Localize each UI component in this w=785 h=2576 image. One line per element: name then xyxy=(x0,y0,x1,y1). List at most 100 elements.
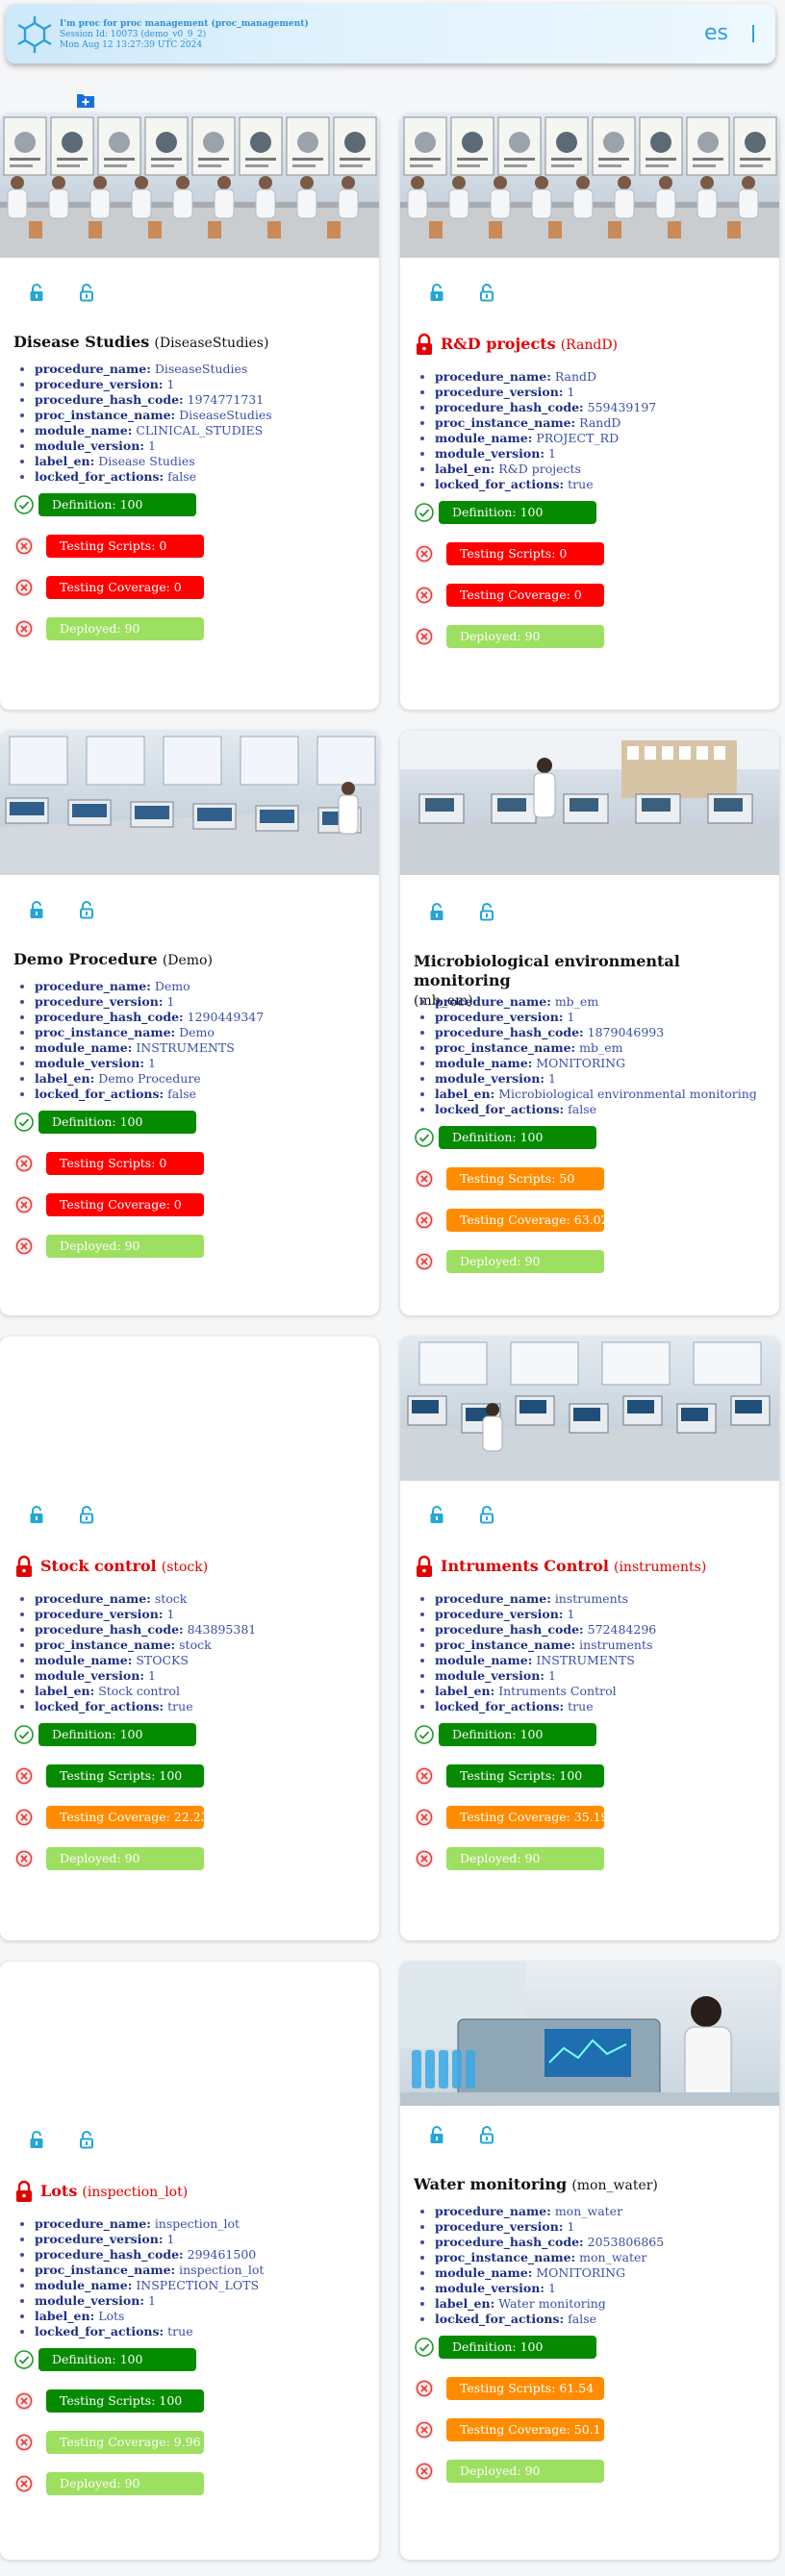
testing-scripts-badge: Testing Scripts: 0 xyxy=(446,542,604,565)
testing-coverage-badge: Testing Coverage: 0 xyxy=(46,1193,204,1216)
property-value: 1 xyxy=(166,994,175,1009)
unlock-icon[interactable] xyxy=(27,1505,46,1524)
property-key: label_en: xyxy=(435,1087,495,1101)
property-key: label_en: xyxy=(35,1071,95,1086)
unlock-icon[interactable] xyxy=(27,900,46,919)
property-value: 1 xyxy=(166,2232,175,2246)
unlock-outline-icon[interactable] xyxy=(477,283,496,302)
x-circle-icon xyxy=(14,1154,34,1173)
unlock-icon[interactable] xyxy=(427,1505,446,1524)
x-circle-icon xyxy=(14,619,34,638)
property-key: proc_instance_name: xyxy=(435,1040,576,1055)
locked-lock-icon xyxy=(417,1555,432,1577)
unlock-outline-icon[interactable] xyxy=(477,902,496,921)
unlock-outline-icon[interactable] xyxy=(77,900,96,919)
testing-coverage-badge: Testing Coverage: 35.19 xyxy=(446,1806,609,1829)
property-item: locked_for_actions: false xyxy=(435,2312,664,2327)
deployed-badge: Deployed: 90 xyxy=(446,1250,604,1273)
unlock-icon[interactable] xyxy=(27,283,46,302)
property-key: module_version: xyxy=(435,446,544,461)
property-item: procedure_version: 1 xyxy=(35,377,272,392)
procedure-title: Lots (inspection_lot) xyxy=(13,2180,188,2203)
procedure-card: Demo Procedure (Demo) procedure_name: Dem… xyxy=(0,731,379,1315)
definition-status: Definition: 100 xyxy=(414,1125,760,1150)
testing-coverage-status: Testing Coverage: 0 xyxy=(13,1192,360,1217)
procedure-card: R&D projects (RandD) procedure_name: Rand… xyxy=(400,113,779,710)
property-key: module_name: xyxy=(35,423,133,438)
definition-status: Definition: 100 xyxy=(13,492,360,517)
testing-coverage-status: Testing Coverage: 22.23 xyxy=(13,1805,360,1830)
property-key: procedure_version: xyxy=(35,377,164,391)
property-value: 1 xyxy=(147,2293,156,2308)
property-value: 1 xyxy=(547,1071,556,1086)
property-key: procedure_hash_code: xyxy=(35,1010,184,1024)
testing-scripts-badge: Testing Scripts: 0 xyxy=(46,1152,204,1175)
property-value: 1 xyxy=(547,2281,556,2295)
check-circle-icon xyxy=(415,503,434,522)
property-item: procedure_version: 1 xyxy=(435,385,656,400)
unlock-icon[interactable] xyxy=(427,283,446,302)
definition-badge: Definition: 100 xyxy=(38,493,196,516)
property-key: procedure_version: xyxy=(35,994,164,1009)
property-key: label_en: xyxy=(35,1684,95,1698)
procedure-title: Stock control (stock) xyxy=(13,1555,208,1578)
testing-scripts-badge: Testing Scripts: 50 xyxy=(446,1167,604,1190)
property-item: module_name: INSTRUMENTS xyxy=(435,1653,656,1668)
property-key: module_version: xyxy=(35,1668,144,1683)
property-item: label_en: Disease Studies xyxy=(35,454,272,469)
property-item: procedure_version: 1 xyxy=(35,1607,256,1622)
procedure-title: R&D projects (RandD) xyxy=(414,333,618,356)
session-date-line: Mon Aug 12 13:27:39 UTC 2024 xyxy=(60,40,203,50)
card-image xyxy=(0,113,379,258)
unlock-outline-icon[interactable] xyxy=(477,2125,496,2144)
property-key: procedure_name: xyxy=(435,1591,551,1606)
property-value: 1290449347 xyxy=(187,1010,265,1024)
property-value: 1 xyxy=(567,2219,575,2234)
definition-badge: Definition: 100 xyxy=(439,501,596,524)
procedure-properties: procedure_name: stockprocedure_version: … xyxy=(35,1591,256,1714)
property-value: 1 xyxy=(547,1668,556,1683)
property-item: label_en: Microbiological environmental … xyxy=(435,1087,757,1102)
property-value: false xyxy=(568,1102,597,1116)
lab-illustration xyxy=(400,1337,779,1481)
property-item: locked_for_actions: true xyxy=(35,2324,264,2339)
lab-illustration xyxy=(0,731,379,875)
add-folder-icon[interactable] xyxy=(76,91,95,109)
x-circle-icon xyxy=(415,627,434,646)
property-item: procedure_name: stock xyxy=(35,1591,256,1607)
procedure-name: R&D projects xyxy=(441,334,556,353)
property-key: procedure_name: xyxy=(435,369,551,384)
definition-badge: Definition: 100 xyxy=(38,1111,196,1134)
x-circle-icon xyxy=(14,1808,34,1827)
property-key: proc_instance_name: xyxy=(35,408,176,422)
property-item: locked_for_actions: true xyxy=(435,1699,656,1714)
property-value: 559439197 xyxy=(587,400,657,414)
check-circle-icon xyxy=(14,1725,34,1744)
unlock-outline-icon[interactable] xyxy=(77,1505,96,1524)
property-key: module_version: xyxy=(35,1056,144,1070)
testing-coverage-badge: Testing Coverage: 0 xyxy=(46,576,204,599)
property-item: procedure_version: 1 xyxy=(35,994,264,1010)
property-key: procedure_hash_code: xyxy=(35,392,184,407)
unlock-icon[interactable] xyxy=(427,2125,446,2144)
property-key: module_name: xyxy=(435,1653,533,1667)
property-key: procedure_name: xyxy=(35,362,151,376)
unlock-outline-icon[interactable] xyxy=(477,1505,496,1524)
property-key: procedure_version: xyxy=(435,1010,564,1024)
session-info: I'm proc for proc management (proc_manag… xyxy=(60,19,309,51)
deployed-status: Deployed: 90 xyxy=(414,2459,760,2484)
unlock-outline-icon[interactable] xyxy=(77,2130,96,2149)
x-circle-icon xyxy=(415,1808,434,1827)
procedure-properties: procedure_name: mon_waterprocedure_versi… xyxy=(435,2204,664,2327)
property-item: procedure_name: Demo xyxy=(35,979,264,994)
property-item: module_version: 1 xyxy=(435,1071,757,1087)
property-value: mon_water xyxy=(554,2204,623,2218)
unlock-icon[interactable] xyxy=(27,2130,46,2149)
language-switch[interactable]: es xyxy=(704,21,728,45)
unlock-outline-icon[interactable] xyxy=(77,283,96,302)
testing-scripts-badge: Testing Scripts: 100 xyxy=(46,2389,204,2413)
property-key: proc_instance_name: xyxy=(35,1025,176,1039)
property-item: module_name: INSPECTION_LOTS xyxy=(35,2278,264,2293)
unlock-icon[interactable] xyxy=(427,902,446,921)
property-item: procedure_name: RandD xyxy=(435,369,656,385)
